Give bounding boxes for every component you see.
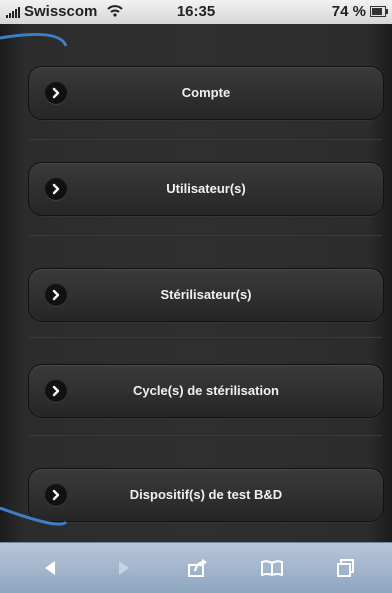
menu-button-dispositifs[interactable]: Dispositif(s) de test B&D <box>28 468 384 522</box>
menu-button-utilisateurs[interactable]: Utilisateur(s) <box>28 162 384 216</box>
chevron-right-icon <box>45 178 67 200</box>
bookmarks-icon[interactable] <box>252 553 292 583</box>
menu-list: Compte Utilisateur(s) Stérilisateur(s) C… <box>0 24 392 542</box>
tabs-icon[interactable] <box>326 553 366 583</box>
status-bar: Swisscom 16:35 74 % <box>0 0 392 24</box>
menu-button-compte[interactable]: Compte <box>28 66 384 120</box>
share-icon[interactable] <box>178 553 218 583</box>
divider <box>28 435 382 436</box>
menu-button-label: Stérilisateur(s) <box>160 287 252 302</box>
menu-button-label: Cycle(s) de stérilisation <box>133 383 279 398</box>
chevron-right-icon <box>45 380 67 402</box>
back-arrow-icon[interactable] <box>30 553 70 583</box>
divider <box>28 235 382 236</box>
menu-button-sterilisateurs[interactable]: Stérilisateur(s) <box>28 268 384 322</box>
divider <box>28 139 382 140</box>
divider <box>28 337 382 338</box>
battery-percent: 74 % <box>331 3 366 20</box>
battery-status: 74 % <box>331 3 388 20</box>
forward-arrow-icon[interactable] <box>104 553 144 583</box>
chevron-right-icon <box>45 484 67 506</box>
menu-button-label: Dispositif(s) de test B&D <box>129 487 283 502</box>
chevron-right-icon <box>45 82 67 104</box>
menu-button-cycles[interactable]: Cycle(s) de stérilisation <box>28 364 384 418</box>
browser-toolbar <box>0 542 392 593</box>
menu-button-label: Compte <box>181 85 231 100</box>
menu-button-label: Utilisateur(s) <box>166 181 246 196</box>
battery-icon <box>370 6 388 17</box>
chevron-right-icon <box>45 284 67 306</box>
